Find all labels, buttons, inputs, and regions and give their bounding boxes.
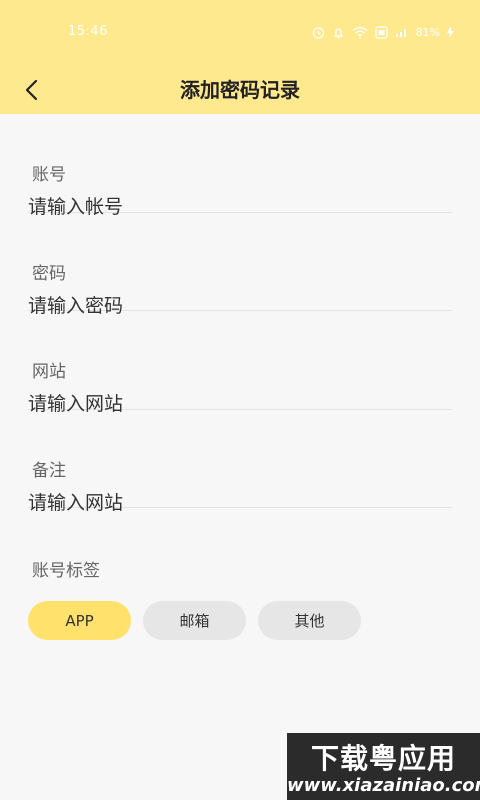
password-form: 账号 密码 网站 备注 (28, 114, 452, 518)
status-bar: 15:46 81% (0, 0, 480, 64)
watermark-url: www.xiazainiao.com (287, 775, 480, 796)
signal-icon (395, 26, 409, 38)
charging-icon (447, 26, 454, 38)
notification-icon (332, 26, 345, 39)
watermark-cn: 下载粤应用 (310, 742, 456, 775)
account-tags-label: 账号标签 (32, 561, 100, 581)
sim-icon (374, 25, 388, 39)
wifi-icon (352, 26, 368, 39)
account-tags: APP 邮箱 其他 (28, 601, 361, 640)
status-time: 15:46 (68, 24, 108, 39)
header: 15:46 81% 添加密码记录 (0, 0, 480, 114)
password-field: 密码 (28, 213, 452, 321)
account-label: 账号 (32, 165, 66, 185)
website-field: 网站 (28, 311, 452, 419)
note-field: 备注 (28, 410, 452, 518)
battery-level: 81% (415, 25, 440, 39)
status-icons: 81% (312, 23, 454, 41)
page-title: 添加密码记录 (180, 78, 300, 102)
note-label: 备注 (32, 460, 66, 481)
note-input[interactable] (28, 487, 452, 518)
tag-other[interactable]: 其他 (258, 601, 361, 640)
tag-app[interactable]: APP (28, 601, 131, 640)
password-label: 密码 (32, 263, 66, 284)
website-label: 网站 (32, 362, 66, 382)
watermark: 下载粤应用 www.xiazainiao.com (287, 733, 480, 800)
alarm-icon (312, 26, 325, 39)
account-field: 账号 (28, 114, 452, 222)
tag-email[interactable]: 邮箱 (143, 601, 246, 640)
